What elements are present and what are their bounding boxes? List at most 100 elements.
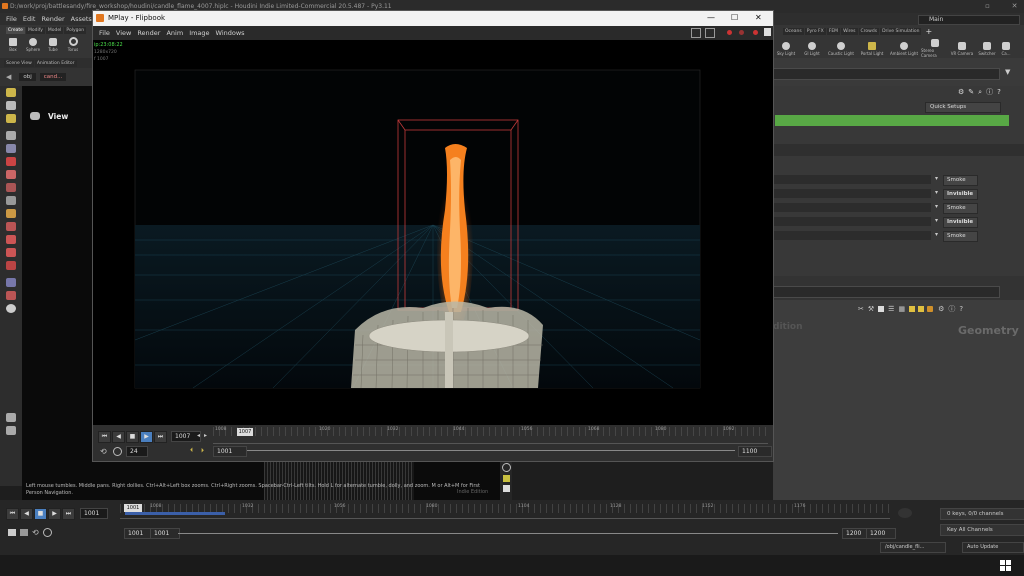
range-start-field[interactable]: 1001 bbox=[213, 446, 247, 457]
box-tool[interactable]: Box bbox=[3, 37, 23, 52]
minimize-icon[interactable]: ▫ bbox=[983, 2, 992, 11]
menu-assets[interactable]: Assets bbox=[71, 15, 92, 23]
shelf-tab-pyrofx[interactable]: Pyro FX bbox=[804, 28, 826, 35]
help-net-icon[interactable]: ? bbox=[959, 305, 963, 313]
switcher-tool[interactable]: Switcher bbox=[975, 41, 999, 56]
magnet-icon[interactable] bbox=[6, 183, 16, 192]
auto-update-menu[interactable]: Auto Update bbox=[962, 542, 1024, 553]
main-play-icon[interactable]: ▶ bbox=[48, 508, 61, 520]
portal-light-tool[interactable]: Portal Light bbox=[857, 41, 887, 56]
magnet-horseshoe-icon[interactable] bbox=[6, 261, 16, 270]
close-icon[interactable]: ✕ bbox=[755, 13, 762, 22]
main-playhead[interactable]: 1001 bbox=[124, 504, 142, 512]
status-node-path[interactable]: /obj/candle_fli... bbox=[880, 542, 946, 553]
param-field[interactable] bbox=[773, 175, 931, 184]
play-icon[interactable]: ▶ bbox=[140, 431, 153, 443]
param-value[interactable]: Smoke bbox=[943, 175, 978, 186]
dropdown-arrow-icon[interactable]: ▾ bbox=[935, 175, 938, 182]
flip-menu-anim[interactable]: Anim bbox=[166, 29, 183, 37]
scene-viewer-lower[interactable]: Left mouse tumbles. Middle pans. Right d… bbox=[22, 460, 500, 500]
camera-tool-icon[interactable] bbox=[6, 196, 16, 205]
flipbook-viewport[interactable]: ip:23:08:22 1280x720 f 1007 bbox=[93, 40, 773, 425]
param-value[interactable]: Smoke bbox=[943, 231, 978, 242]
close-icon[interactable]: ✕ bbox=[1010, 2, 1019, 11]
range-end-field[interactable]: 1100 bbox=[738, 446, 772, 457]
main-range-slider[interactable] bbox=[178, 533, 838, 534]
param-value[interactable]: Smoke bbox=[943, 203, 978, 214]
shelf-tab-fem[interactable]: FEM bbox=[826, 28, 841, 35]
flip-menu-render[interactable]: Render bbox=[137, 29, 160, 37]
select-tool-icon[interactable] bbox=[6, 88, 16, 97]
shelf-tab-polygon[interactable]: Polygon bbox=[64, 27, 87, 34]
save-icon[interactable] bbox=[691, 28, 701, 38]
windows-logo-icon[interactable] bbox=[1000, 560, 1011, 571]
light-tool-icon[interactable] bbox=[6, 209, 16, 218]
list-icon[interactable]: ☰ bbox=[888, 305, 894, 313]
grid-side-icon[interactable] bbox=[502, 475, 510, 482]
gi-light-tool[interactable]: GI Light bbox=[799, 41, 825, 56]
snap-icon[interactable] bbox=[6, 170, 16, 179]
shelf-tab-modify[interactable]: Modify bbox=[25, 27, 45, 34]
shelf-tab-wires[interactable]: Wires bbox=[841, 28, 858, 35]
key-icon[interactable] bbox=[898, 508, 912, 518]
main-timeline-ruler[interactable]: 1008 1032 1056 1080 1104 1128 1152 1176 … bbox=[120, 504, 890, 519]
dropdown-arrow-icon[interactable]: ▾ bbox=[935, 189, 938, 196]
param-field[interactable] bbox=[773, 189, 931, 198]
wrench-icon[interactable]: ⚒ bbox=[868, 305, 874, 313]
network-editor[interactable]: ✂ ⚒ ☰ ▦ ⚙ ⓘ ? dition Geometry bbox=[773, 300, 1024, 500]
info-side-icon[interactable] bbox=[501, 463, 511, 472]
pane-menu-icon[interactable]: ▼ bbox=[1005, 68, 1010, 76]
sky-light-tool[interactable]: Sky Light bbox=[773, 41, 799, 56]
folder-icon[interactable] bbox=[927, 306, 934, 312]
torus-tool[interactable]: Torus bbox=[63, 37, 83, 52]
lock-icon[interactable] bbox=[6, 144, 16, 153]
main-jump-start-icon[interactable]: ⏮ bbox=[6, 508, 19, 520]
param-value[interactable]: Invisible bbox=[943, 217, 978, 228]
shelf-tab-drive-simulation[interactable]: Drive Simulation bbox=[880, 28, 922, 35]
snapshot-icon[interactable] bbox=[705, 28, 715, 38]
stereo-camera-tool[interactable]: Stereo Camera bbox=[921, 39, 949, 58]
start-frame-2-field[interactable]: 1001 bbox=[150, 528, 180, 539]
param-field[interactable] bbox=[773, 231, 931, 240]
menu-edit[interactable]: Edit bbox=[23, 15, 36, 23]
flip-menu-windows[interactable]: Windows bbox=[216, 29, 245, 37]
loop-main-icon[interactable]: ⟲ bbox=[32, 528, 39, 537]
render-icon[interactable] bbox=[6, 278, 16, 287]
shelf-tab-create[interactable]: Create bbox=[6, 27, 25, 34]
help-icon[interactable]: ? bbox=[997, 88, 1001, 96]
dropdown-arrow-icon[interactable]: ▾ bbox=[935, 217, 938, 224]
pointer-tool-icon[interactable] bbox=[6, 131, 16, 140]
options-icon[interactable] bbox=[764, 28, 771, 36]
search-icon[interactable]: ⌕ bbox=[978, 88, 982, 97]
back-arrow-icon[interactable]: ◀ bbox=[6, 73, 11, 81]
sticky-note-2-icon[interactable] bbox=[918, 306, 925, 312]
ambient-light-tool[interactable]: Ambient Light bbox=[887, 41, 921, 56]
scene-viewer[interactable]: View bbox=[22, 86, 92, 500]
info-net-icon[interactable]: ⓘ bbox=[948, 304, 955, 314]
vr-camera-tool[interactable]: VR Camera bbox=[949, 41, 975, 56]
flip-menu-view[interactable]: View bbox=[116, 29, 131, 37]
network-path-field[interactable] bbox=[773, 286, 1000, 298]
handle-tool-icon[interactable] bbox=[6, 114, 16, 123]
teapot-icon[interactable] bbox=[6, 304, 16, 313]
record-icon[interactable] bbox=[6, 291, 16, 300]
misc-icon[interactable] bbox=[6, 426, 16, 435]
end-frame-2-field[interactable]: 1200 bbox=[866, 528, 896, 539]
loop-icon[interactable]: ⟲ bbox=[100, 447, 107, 456]
key-all-channels-button[interactable]: Key All Channels bbox=[940, 524, 1024, 536]
gear-icon[interactable]: ⚙ bbox=[958, 88, 964, 96]
tools-icon[interactable]: ✂ bbox=[858, 305, 864, 313]
fps-field[interactable]: 24 bbox=[126, 446, 148, 457]
pose-tool-icon[interactable] bbox=[6, 248, 16, 257]
active-param-bar[interactable] bbox=[775, 115, 1009, 126]
right-path-field[interactable] bbox=[773, 68, 1000, 80]
sphere-tool[interactable]: Sphere bbox=[23, 37, 43, 52]
paint-tool-icon[interactable] bbox=[6, 235, 16, 244]
step-back-icon[interactable]: ◂ bbox=[197, 432, 200, 439]
add-shelf-icon[interactable]: + bbox=[925, 27, 932, 36]
brush-tool-icon[interactable] bbox=[6, 222, 16, 231]
maximize-icon[interactable]: ☐ bbox=[731, 13, 738, 22]
brush-icon[interactable]: ✎ bbox=[968, 88, 974, 96]
square-icon[interactable] bbox=[878, 306, 885, 312]
main-jump-end-icon[interactable]: ⏭ bbox=[62, 508, 75, 520]
